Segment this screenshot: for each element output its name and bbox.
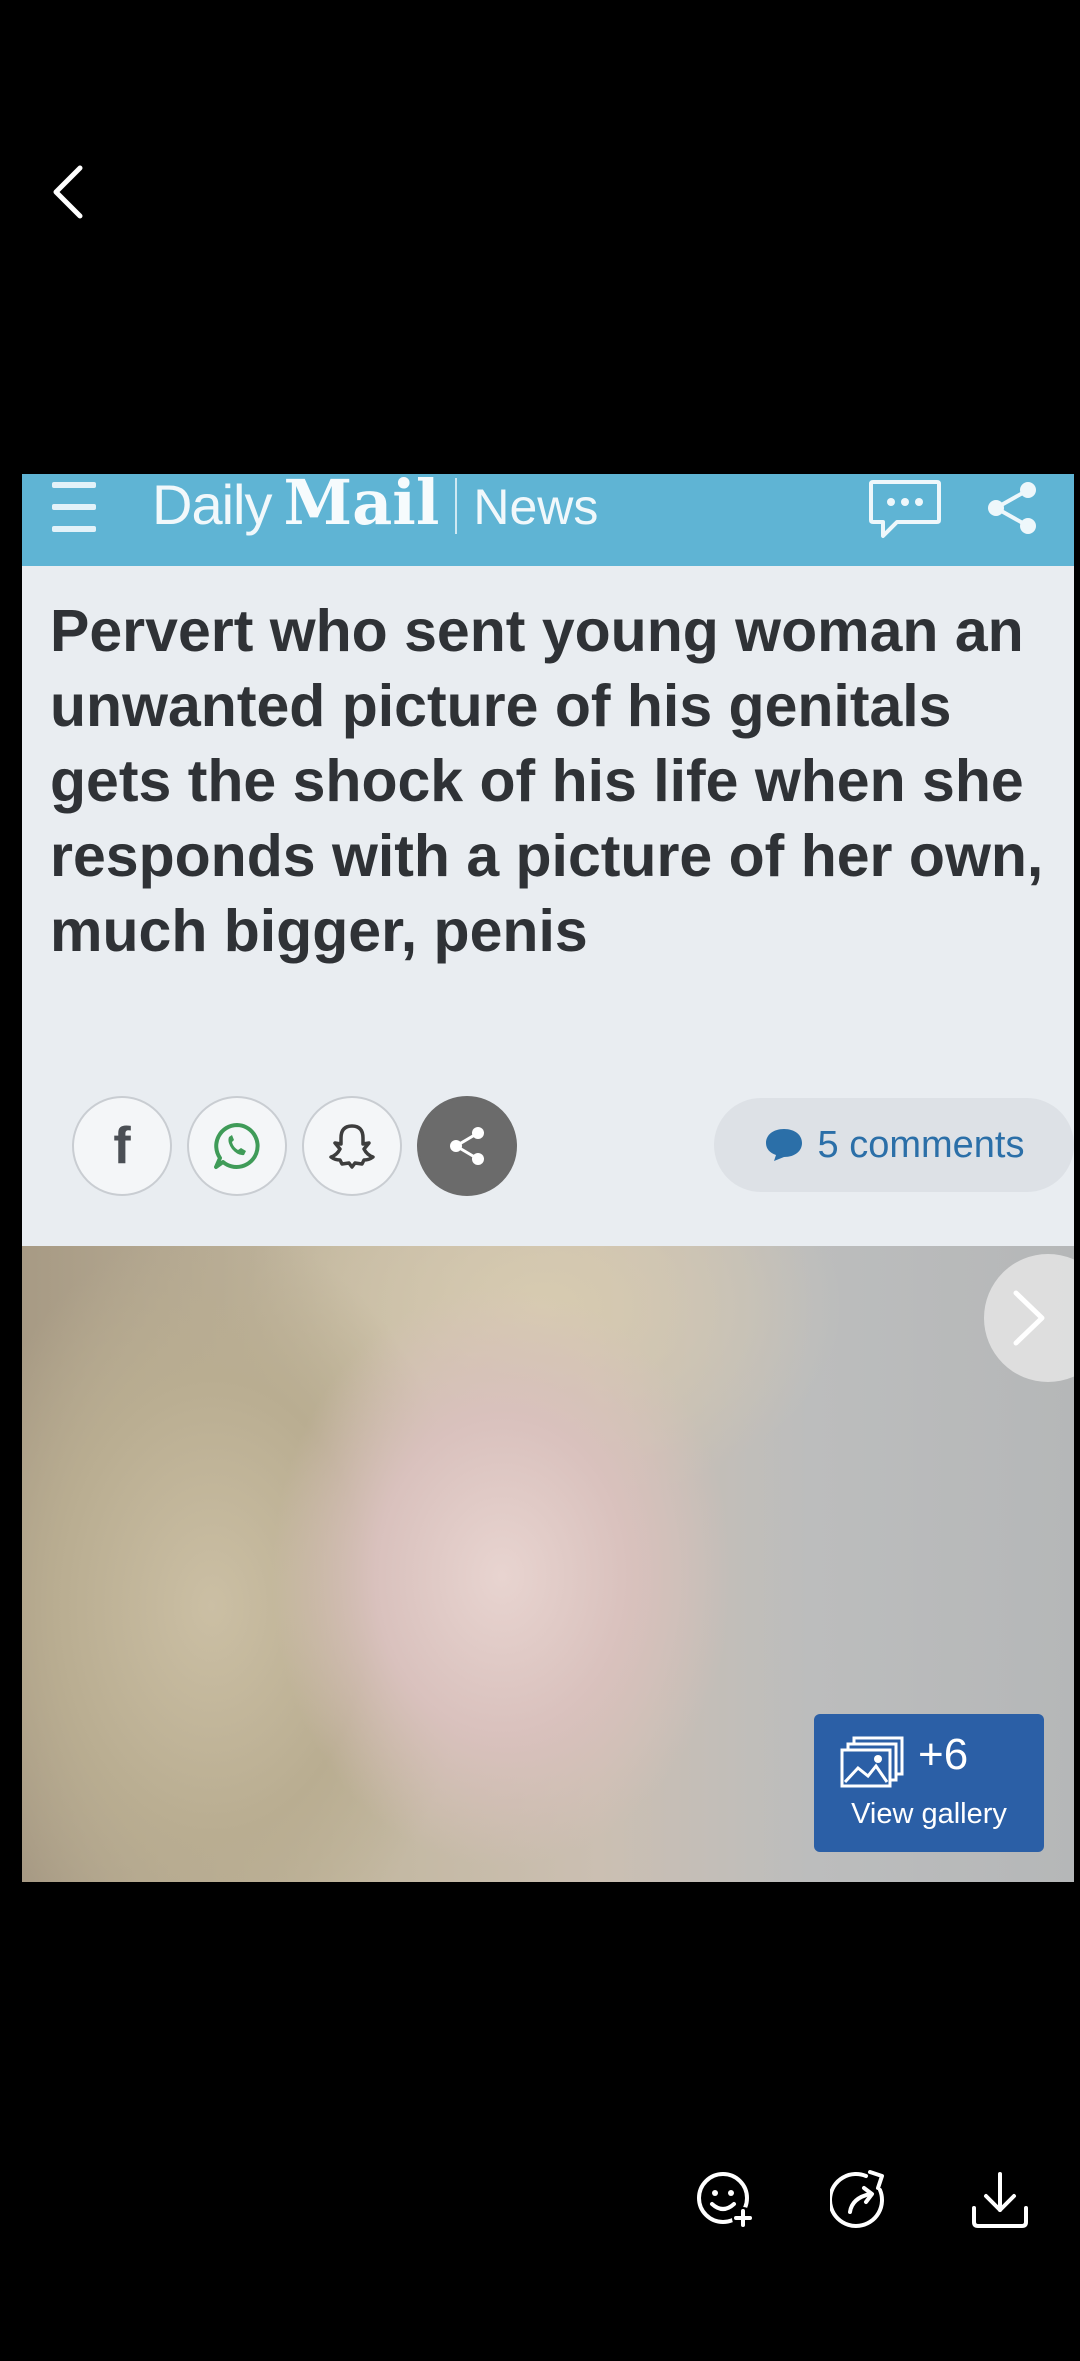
forward-button[interactable] — [822, 2160, 902, 2240]
gallery-count: +6 — [918, 1730, 969, 1779]
react-button[interactable] — [685, 2160, 765, 2240]
shared-screenshot[interactable]: Daily Mail News Pervert who sent young w… — [22, 474, 1074, 1882]
article-photo[interactable]: +6 View gallery — [22, 1246, 1074, 1882]
share-icon — [988, 482, 1036, 534]
more-share-button[interactable] — [417, 1096, 517, 1196]
snapchat-share-button[interactable] — [302, 1096, 402, 1196]
gallery-label: View gallery — [851, 1798, 1007, 1830]
next-photo-button[interactable] — [984, 1254, 1074, 1382]
comments-button[interactable]: 5 comments — [714, 1098, 1074, 1192]
section-label: News — [473, 479, 599, 535]
chevron-right-icon — [1013, 1290, 1045, 1346]
chevron-left-icon — [53, 165, 83, 219]
whatsapp-icon — [214, 1123, 260, 1169]
logo-daily: Daily — [152, 474, 272, 536]
whatsapp-share-button[interactable] — [187, 1096, 287, 1196]
logo-divider — [455, 478, 458, 534]
facebook-share-button[interactable]: f — [72, 1096, 172, 1196]
logo-mail: Mail — [283, 474, 440, 539]
speech-bubble-icon — [765, 1129, 802, 1161]
share-icon — [450, 1127, 484, 1165]
article-headline: Pervert who sent young woman an unwanted… — [50, 598, 1044, 964]
gallery-icon — [840, 1736, 904, 1788]
download-button[interactable] — [960, 2160, 1040, 2240]
share-forward-icon — [830, 2170, 884, 2228]
menu-icon — [52, 482, 96, 532]
snapchat-icon — [329, 1124, 375, 1169]
site-header: Daily Mail News — [22, 474, 1074, 566]
emoji-add-icon — [697, 2172, 754, 2229]
comments-count: 5 comments — [817, 1123, 1025, 1166]
image-viewer: Daily Mail News Pervert who sent young w… — [0, 0, 1080, 2361]
site-logo: Daily Mail News — [152, 474, 598, 546]
back-button[interactable] — [40, 160, 96, 224]
view-gallery-button[interactable]: +6 View gallery — [814, 1714, 1044, 1852]
share-bar: f 5 comments — [50, 1096, 1074, 1196]
facebook-icon: f — [113, 1117, 131, 1175]
comments-icon — [869, 480, 941, 538]
download-icon — [972, 2172, 1028, 2228]
